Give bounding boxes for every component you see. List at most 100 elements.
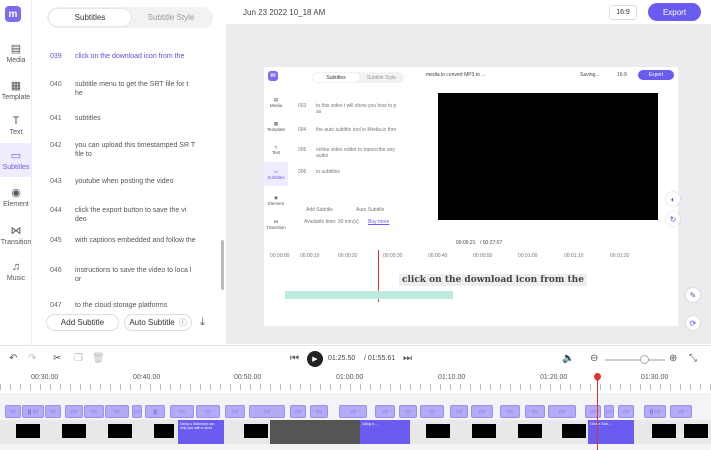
subtitle-clip[interactable]: ▭ bbox=[84, 405, 104, 418]
nav-item-subtitles[interactable]: ▭ Subtitles bbox=[0, 143, 32, 177]
download-icon[interactable]: ⤓ bbox=[200, 316, 205, 329]
subtitle-clip[interactable]: ▭ bbox=[132, 405, 142, 418]
subtitle-clip[interactable]: ▭ bbox=[420, 405, 444, 418]
row-text[interactable]: click the export button to save the vi d… bbox=[75, 206, 197, 224]
subtitle-row[interactable]: 039 click on the download icon from the bbox=[33, 48, 219, 79]
video-clip-title[interactable]: Using a ... bbox=[360, 420, 410, 444]
delete-icon[interactable]: 🗑 bbox=[92, 353, 105, 364]
row-number: 042 bbox=[50, 142, 62, 149]
subtitle-clip[interactable]: ▭ bbox=[375, 405, 395, 418]
video-clip[interactable] bbox=[224, 420, 270, 444]
sync-icon[interactable]: ⟳ bbox=[686, 316, 700, 330]
tab-subtitle-style[interactable]: Subtitle Style bbox=[131, 9, 211, 26]
subtitle-clip[interactable]: ▭ bbox=[45, 405, 61, 418]
inner-row-text: to this video i will show you how to p a… bbox=[316, 103, 397, 115]
subtitle-clip[interactable]: ▭ bbox=[399, 405, 417, 418]
subtitle-row[interactable]: 040 subtitle menu to get the SRT file fo… bbox=[33, 76, 219, 107]
row-text[interactable]: with captions embedded and follow the bbox=[75, 236, 197, 245]
fit-icon[interactable]: ⤡ bbox=[689, 353, 697, 364]
zoom-slider-handle[interactable] bbox=[640, 355, 649, 364]
subtitle-clip[interactable]: ▭ bbox=[196, 405, 220, 418]
add-subtitle-button[interactable]: Add Subtitle bbox=[46, 314, 119, 331]
row-text[interactable]: you can upload this timestamped SR T fil… bbox=[75, 141, 197, 159]
zoom-in-icon[interactable]: ⊕ bbox=[669, 353, 677, 364]
aspect-ratio-select[interactable]: 16:9 bbox=[609, 5, 637, 20]
subtitle-clip[interactable]: ▭ bbox=[5, 405, 21, 418]
subtitle-clip[interactable]: ▭ bbox=[670, 405, 692, 418]
transition-icon: ⋈ bbox=[10, 224, 22, 237]
inner-nav-element: ◉ Element bbox=[264, 188, 288, 212]
video-clip-title[interactable]: Click a Sub ... bbox=[588, 420, 634, 444]
duplicate-icon[interactable]: ❐ bbox=[74, 353, 83, 364]
inner-nav-subtitles: ▭ Subtitles bbox=[264, 162, 288, 186]
subtitle-clip[interactable]: ▭ bbox=[548, 405, 576, 418]
row-text[interactable]: instructions to save the video to loca l… bbox=[75, 266, 197, 284]
app-logo[interactable]: m bbox=[5, 6, 21, 22]
timeline-ruler[interactable]: 00:30.00 00:40.00 00:50.00 01:00.00 01:1… bbox=[0, 373, 711, 393]
inner-nav-media: ▤ Media bbox=[264, 90, 288, 114]
auto-subtitle-button[interactable]: Auto Subtitle ⓘ bbox=[124, 314, 192, 331]
video-clip[interactable] bbox=[410, 420, 588, 444]
subtitle-clip[interactable]: g bbox=[145, 405, 165, 418]
inner-nav-label: Transition bbox=[266, 224, 286, 230]
subtitle-clip[interactable]: ▭ bbox=[585, 405, 601, 418]
subtitle-row[interactable]: 044 click the export button to save the … bbox=[33, 202, 219, 233]
side-tool-icon[interactable]: ◐ bbox=[666, 192, 680, 206]
refresh-icon[interactable]: ↻ bbox=[666, 212, 680, 226]
nav-item-transition[interactable]: ⋈ Transition bbox=[0, 218, 32, 252]
inner-caption-overlay: click on the download icon from the bbox=[399, 274, 587, 286]
play-button[interactable]: ▶ bbox=[307, 351, 323, 367]
subtitle-clip[interactable]: ▭ bbox=[339, 405, 367, 418]
tab-subtitles[interactable]: Subtitles bbox=[49, 9, 131, 26]
redo-icon[interactable]: ↷ bbox=[28, 353, 36, 364]
video-clip[interactable] bbox=[0, 420, 178, 444]
subtitle-clip[interactable]: ▭ bbox=[500, 405, 520, 418]
zoom-out-icon[interactable]: ⊖ bbox=[590, 353, 598, 364]
subtitle-clip[interactable]: ▭ bbox=[471, 405, 493, 418]
nav-item-music[interactable]: ♫ Music bbox=[0, 254, 32, 288]
subtitle-clip[interactable]: ▭ bbox=[65, 405, 83, 418]
project-title[interactable]: Jun 23 2022 10_18 AM bbox=[243, 8, 325, 17]
row-text[interactable]: subtitle menu to get the SRT file for t … bbox=[75, 80, 197, 98]
row-text[interactable]: to the cloud storage platforms bbox=[75, 301, 197, 310]
subtitle-row[interactable]: 043 youtube when posting the video bbox=[33, 173, 219, 204]
undo-icon[interactable]: ↶ bbox=[9, 353, 17, 364]
subtitle-clip[interactable]: ▭ bbox=[290, 405, 306, 418]
video-clip[interactable] bbox=[270, 420, 360, 444]
volume-icon[interactable]: 🔈 bbox=[562, 353, 574, 364]
video-clip-title[interactable]: Using a dictionary can help you with a w… bbox=[178, 420, 224, 444]
panel-scrollbar[interactable] bbox=[221, 240, 224, 290]
subtitle-clip[interactable]: ▭ bbox=[170, 405, 194, 418]
subtitle-clip[interactable]: g ▭ bbox=[22, 405, 44, 418]
row-number: 039 bbox=[50, 53, 62, 60]
video-clip[interactable] bbox=[634, 420, 711, 444]
split-icon[interactable]: ✂ bbox=[53, 353, 61, 364]
palette-icon[interactable]: ✎ bbox=[686, 288, 700, 302]
subtitle-clip[interactable]: ▭ bbox=[604, 405, 614, 418]
nav-item-media[interactable]: ▤ Media bbox=[0, 36, 32, 70]
subtitle-clip[interactable]: ▭ bbox=[249, 405, 285, 418]
subtitle-row[interactable]: 045 with captions embedded and follow th… bbox=[33, 232, 219, 263]
nav-item-template[interactable]: ▦ Template bbox=[0, 73, 32, 107]
subtitle-clip[interactable]: ▭ bbox=[450, 405, 468, 418]
skip-forward-icon[interactable]: ⏭ bbox=[403, 353, 412, 364]
subtitle-clip[interactable]: g ▭ bbox=[644, 405, 666, 418]
row-text[interactable]: youtube when posting the video bbox=[75, 177, 197, 186]
subtitle-clip[interactable]: ▭ bbox=[525, 405, 545, 418]
inner-nav-label: Text bbox=[271, 150, 281, 155]
subtitle-clip[interactable]: ▭ bbox=[310, 405, 328, 418]
skip-back-icon[interactable]: ⏮ bbox=[290, 353, 299, 364]
subtitle-clip[interactable]: ▭ bbox=[225, 405, 245, 418]
zoom-slider[interactable] bbox=[605, 359, 665, 361]
timeline-playhead[interactable] bbox=[597, 373, 598, 450]
nav-item-element[interactable]: ◉ Element bbox=[0, 180, 32, 214]
export-button[interactable]: Export bbox=[648, 3, 701, 21]
nav-label: Element bbox=[3, 200, 29, 208]
row-text[interactable]: click on the download icon from the bbox=[75, 52, 197, 61]
nav-item-text[interactable]: T Text bbox=[0, 108, 32, 142]
subtitle-row[interactable]: 046 instructions to save the video to lo… bbox=[33, 262, 219, 293]
subtitle-clip[interactable]: ▭ bbox=[618, 405, 634, 418]
subtitle-row[interactable]: 042 you can upload this timestamped SR T… bbox=[33, 137, 219, 168]
subtitle-clip[interactable]: ▭ bbox=[105, 405, 129, 418]
row-text[interactable]: subtitles bbox=[75, 114, 197, 123]
